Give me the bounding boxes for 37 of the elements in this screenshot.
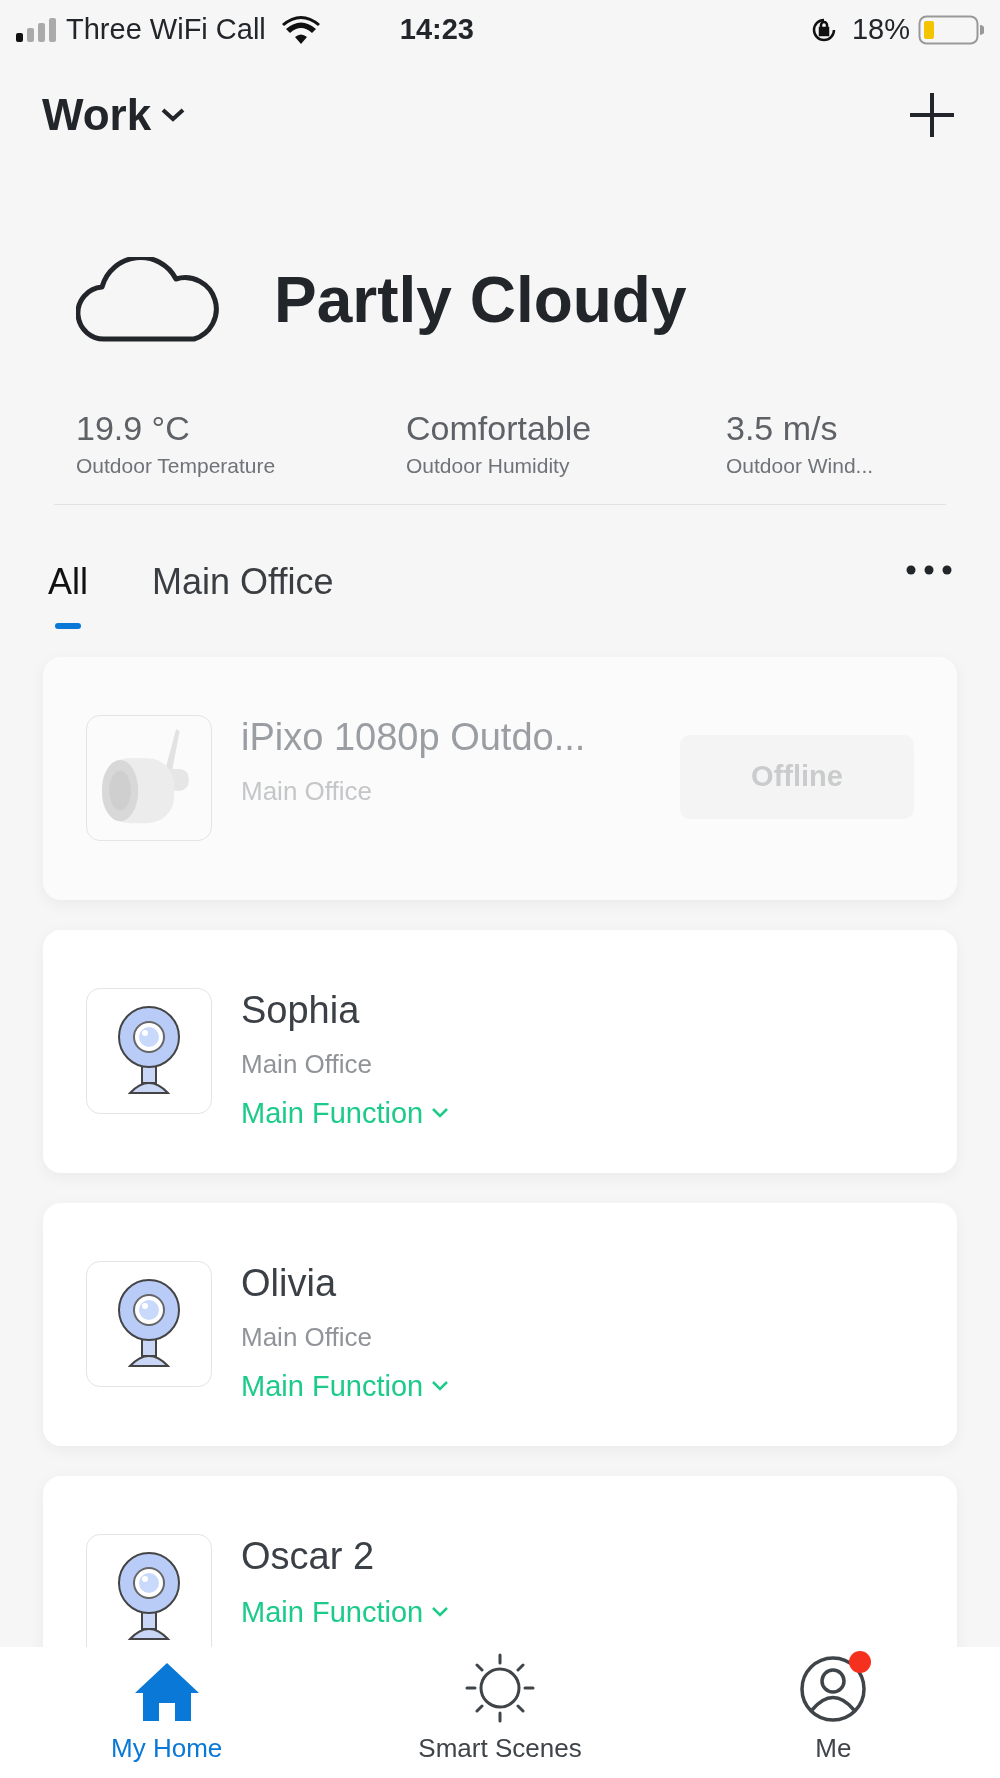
device-card[interactable]: Sophia Main Office Main Function: [43, 929, 957, 1173]
device-card[interactable]: Oscar 2 Main Function: [43, 1475, 957, 1647]
device-name: Oscar 2: [241, 1533, 376, 1579]
sun-icon: [465, 1653, 535, 1723]
device-name: Sophia: [241, 987, 361, 1033]
nav-tab[interactable]: Smart Scenes: [333, 1647, 667, 1778]
stat-label: Outdoor Temperature: [76, 453, 277, 479]
stat-label: Outdoor Wind...: [726, 453, 875, 479]
clock-time: 14:23: [399, 12, 474, 48]
room-tab[interactable]: All: [48, 554, 88, 629]
device-name: iPixo 1080p Outdo...: [241, 714, 587, 760]
stat-value: 19.9 °C: [76, 408, 191, 449]
stat-value: 3.5 m/s: [726, 408, 839, 449]
battery-icon: [918, 15, 984, 45]
chevron-down-icon: [431, 1107, 450, 1120]
nav-tab[interactable]: Me: [666, 1647, 1000, 1778]
more-button[interactable]: [906, 564, 952, 575]
room-tab[interactable]: Main Office: [152, 554, 334, 629]
device-room: Main Office: [241, 1320, 373, 1354]
weather-condition: Partly Cloudy: [274, 263, 687, 338]
home-selector[interactable]: Work: [42, 82, 186, 148]
chevron-down-icon: [431, 1606, 450, 1619]
device-room: Main Office: [241, 1047, 373, 1081]
battery-percent: 18%: [851, 12, 910, 48]
chevron-down-icon: [431, 1380, 450, 1393]
carrier-name: Three WiFi Call: [66, 12, 266, 48]
stat-value: Comfortable: [406, 408, 593, 449]
profile-icon: [799, 1655, 868, 1723]
wifi-icon: [281, 16, 320, 44]
chevron-down-icon: [161, 107, 186, 123]
device-card[interactable]: Olivia Main Office Main Function: [43, 1202, 957, 1446]
signal-icon: [16, 18, 58, 42]
plus-icon: [908, 91, 956, 139]
more-icon: [906, 564, 952, 575]
nav-tab[interactable]: My Home: [0, 1647, 334, 1778]
stat-label: Outdoor Humidity: [406, 453, 571, 479]
device-name: Olivia: [241, 1260, 338, 1306]
